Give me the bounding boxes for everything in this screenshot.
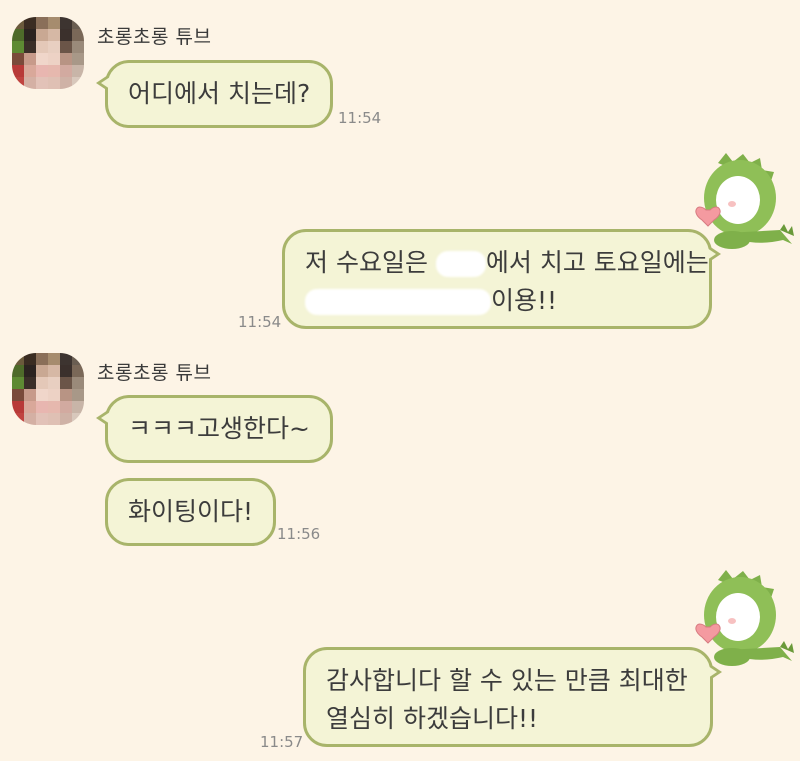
message-time: 11:54 [238,313,282,331]
message-line: 감사합니다 할 수 있는 만큼 최대한 [326,666,688,695]
chat-screen: 초롱초롱 튜브 어디에서 치는데? 11:54 저 수요일은 에서 치고 토요일… [0,0,800,761]
sender-avatar[interactable] [12,353,84,425]
message-bubble[interactable]: 저 수요일은 에서 치고 토요일에는 이용!! [282,229,721,329]
sender-name: 초롱초롱 튜브 [97,362,212,384]
message-bubble[interactable]: ㅋㅋㅋ고생한다~ [96,395,333,463]
redacted-text [305,289,491,315]
message-time: 11:56 [277,525,321,543]
message-time: 11:57 [260,733,304,751]
message-text: 화이팅이다! [128,497,254,526]
message-time: 11:54 [338,109,382,127]
sender-name: 초롱초롱 튜브 [97,26,212,48]
message-bubble[interactable]: 화이팅이다! [105,478,277,546]
message-text: 어디에서 치는데? [128,79,311,108]
message-line: 저 수요일은 에서 치고 토요일에는 [305,244,709,282]
message-bubble[interactable]: 감사합니다 할 수 있는 만큼 최대한 열심히 하겠습니다!! [303,647,722,747]
message-bubble[interactable]: 어디에서 치는데? [95,60,334,128]
message-text-segment: 저 수요일은 [305,248,428,277]
message-text-segment: 이용!! [491,286,558,315]
sender-avatar[interactable] [12,17,84,89]
message-text: ㅋㅋㅋ고생한다~ [128,414,310,443]
message-text-segment: 에서 치고 토요일에는 [485,248,709,277]
message-line: 열심히 하겠습니다!! [326,704,538,733]
redacted-text [435,251,486,277]
message-line: 이용!! [305,282,689,320]
